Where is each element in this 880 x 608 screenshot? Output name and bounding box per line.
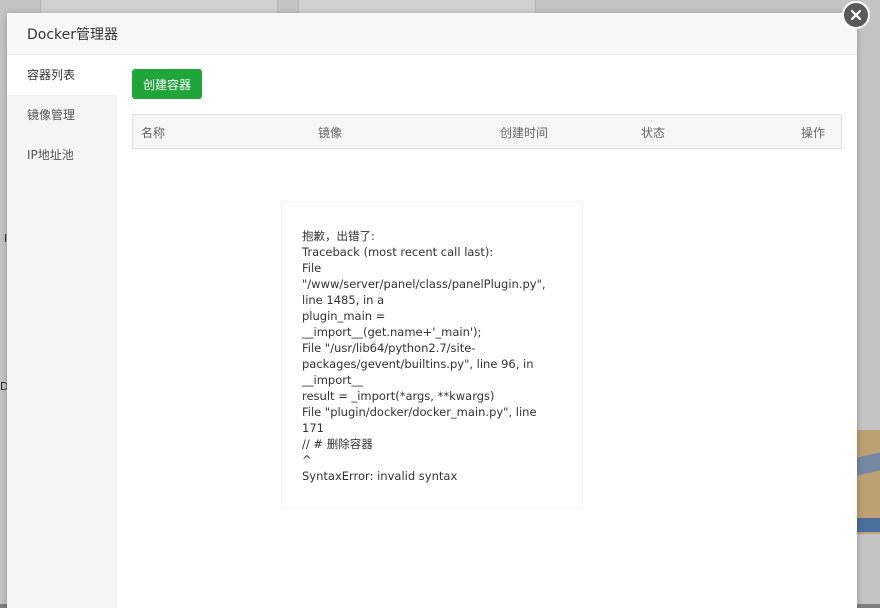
column-header-actions: 操作 (801, 126, 826, 140)
column-header-created: 创建时间 (500, 126, 549, 140)
column-header-image: 镜像 (318, 126, 343, 140)
sidebar-item-containers[interactable]: 容器列表 (7, 55, 117, 95)
sidebar-item-label: 容器列表 (27, 68, 76, 82)
sidebar-item-ip-pool[interactable]: IP地址池 (7, 135, 117, 175)
column-header-name: 名称 (141, 126, 166, 140)
close-button[interactable] (842, 1, 870, 29)
column-header-status: 状态 (641, 126, 666, 140)
create-container-button[interactable]: 创建容器 (132, 69, 202, 99)
sidebar-item-images[interactable]: 镜像管理 (7, 95, 117, 135)
error-traceback-text: 抱歉，出错了: Traceback (most recent call last… (302, 229, 546, 483)
sidebar-item-label: IP地址池 (27, 148, 74, 162)
error-message-box: 抱歉，出错了: Traceback (most recent call last… (282, 202, 582, 508)
close-icon (850, 9, 862, 21)
sidebar-item-label: 镜像管理 (27, 108, 76, 122)
dialog-header: Docker管理器 (7, 1, 870, 55)
dialog-sidebar: 容器列表 镜像管理 IP地址池 (7, 55, 118, 608)
table-header: 名称 镜像 创建时间 状态 操作 (132, 114, 842, 149)
dialog-title: Docker管理器 (27, 27, 119, 43)
